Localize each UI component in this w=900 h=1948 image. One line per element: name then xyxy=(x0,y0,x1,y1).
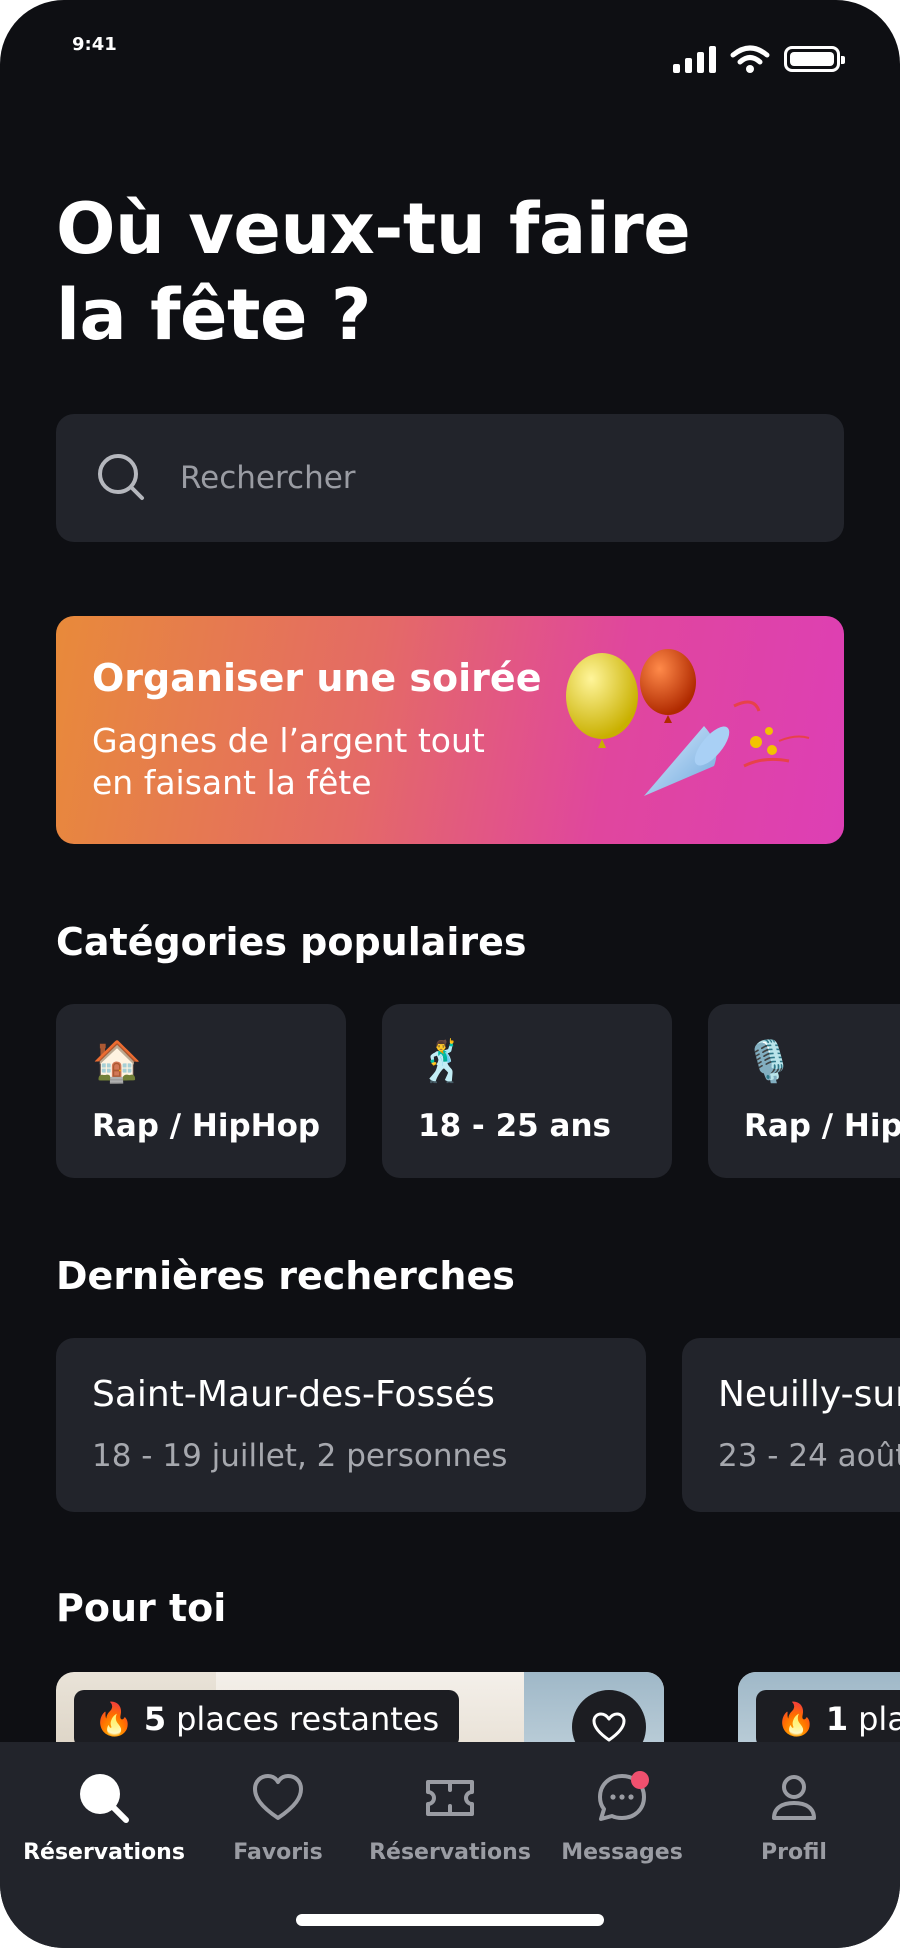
microphone-icon: 🎙️ xyxy=(744,1039,794,1085)
dancer-icon: 🕺 xyxy=(418,1039,468,1085)
categories-title: Catégories populaires xyxy=(56,920,527,964)
home-indicator[interactable] xyxy=(296,1914,604,1926)
party-balloons-illustration xyxy=(566,649,810,796)
status-icons xyxy=(673,44,845,74)
page-title: Où veux-tu faire la fête ? xyxy=(56,186,756,358)
banner-subtitle: Gagnes de l’argent tout en faisant la fê… xyxy=(92,720,522,804)
for-you-title: Pour toi xyxy=(56,1586,227,1630)
recent-search-details: 23 - 24 août xyxy=(718,1438,900,1474)
battery-icon xyxy=(784,46,845,72)
banner-subtitle-line-2: en faisant la fête xyxy=(92,763,372,802)
banner-subtitle-line-1: Gagnes de l’argent tout xyxy=(92,721,485,760)
tab-reservations[interactable]: Réservations xyxy=(364,1770,536,1865)
chat-icon xyxy=(598,1771,649,1821)
house-icon: 🏠 xyxy=(92,1039,142,1085)
user-icon xyxy=(772,1775,816,1820)
places-count: 5 xyxy=(143,1700,167,1738)
recent-search-card[interactable]: Neuilly-sur- 23 - 24 août xyxy=(682,1338,900,1512)
tab-favorites[interactable]: Favoris xyxy=(192,1770,364,1865)
category-label: Rap / HipHop xyxy=(92,1108,321,1144)
heart-icon xyxy=(592,1712,626,1742)
category-card[interactable]: 🎙️ Rap / HipHop xyxy=(708,1004,900,1178)
recent-searches-list: Saint-Maur-des-Fossés 18 - 19 juillet, 2… xyxy=(56,1338,900,1512)
title-line-2: la fête ? xyxy=(56,274,371,356)
cellular-signal-icon xyxy=(673,45,716,73)
places-text: places restantes xyxy=(176,1700,440,1738)
tab-profile[interactable]: Profil xyxy=(708,1770,880,1865)
fire-icon: 🔥 xyxy=(776,1700,816,1738)
wifi-icon xyxy=(730,45,770,73)
recent-search-card[interactable]: Saint-Maur-des-Fossés 18 - 19 juillet, 2… xyxy=(56,1338,646,1512)
tab-label: Profil xyxy=(761,1840,827,1865)
search-placeholder: Rechercher xyxy=(180,460,356,496)
search-bar[interactable]: Rechercher xyxy=(56,414,844,542)
status-time: 9:41 xyxy=(72,34,117,55)
tab-reservations-search[interactable]: Réservations xyxy=(18,1770,190,1865)
availability-badge: 🔥 1 place xyxy=(756,1690,900,1748)
app-screen: 9:41 Où veux-tu faire la fête ? Recherch… xyxy=(0,0,900,1948)
ticket-icon xyxy=(426,1780,474,1816)
categories-list: 🏠 Rap / HipHop 🕺 18 - 25 ans 🎙️ Rap / Hi… xyxy=(56,1004,900,1178)
category-card[interactable]: 🏠 Rap / HipHop xyxy=(56,1004,346,1178)
banner-title: Organiser une soirée xyxy=(92,656,542,700)
recent-search-city: Saint-Maur-des-Fossés xyxy=(92,1374,495,1415)
tab-messages[interactable]: Messages xyxy=(536,1770,708,1865)
search-icon xyxy=(80,1774,129,1823)
tab-label: Réservations xyxy=(369,1840,531,1865)
fire-icon: 🔥 xyxy=(94,1700,134,1738)
recent-search-city: Neuilly-sur- xyxy=(718,1374,900,1415)
category-label: 18 - 25 ans xyxy=(418,1108,611,1144)
category-card[interactable]: 🕺 18 - 25 ans xyxy=(382,1004,672,1178)
tab-label: Messages xyxy=(561,1840,683,1865)
search-icon xyxy=(98,454,144,500)
title-line-1: Où veux-tu faire xyxy=(56,188,691,270)
category-label: Rap / HipHop xyxy=(744,1108,900,1144)
availability-badge: 🔥 5 places restantes xyxy=(74,1690,460,1748)
places-text: place xyxy=(858,1700,900,1738)
tab-label: Réservations xyxy=(23,1840,185,1865)
recent-search-details: 18 - 19 juillet, 2 personnes xyxy=(92,1438,508,1474)
organize-party-banner[interactable]: Organiser une soirée Gagnes de l’argent … xyxy=(56,616,844,844)
notification-badge xyxy=(631,1771,649,1789)
heart-icon xyxy=(253,1774,303,1820)
recent-searches-title: Dernières recherches xyxy=(56,1254,515,1298)
places-count: 1 xyxy=(825,1700,849,1738)
tab-label: Favoris xyxy=(233,1840,323,1865)
